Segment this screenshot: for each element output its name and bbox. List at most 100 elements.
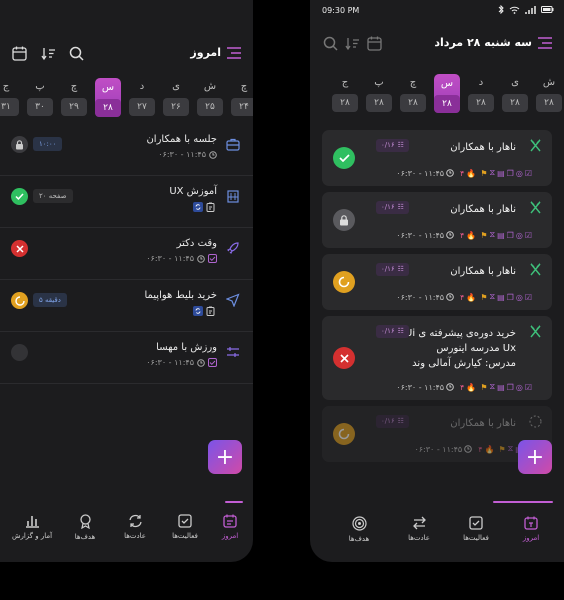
status-time: 09:30 PM <box>322 6 360 15</box>
check-icon[interactable] <box>333 147 355 169</box>
flag-icon: ⚑ <box>498 444 506 454</box>
close-icon[interactable] <box>333 347 355 369</box>
tab-activities[interactable]: فعالیت‌ها <box>167 514 203 540</box>
tab-today[interactable]: امروز <box>215 514 245 540</box>
search-icon[interactable] <box>322 35 338 51</box>
task-title: خرید بلیط هواپیما <box>144 290 217 301</box>
close-icon[interactable] <box>11 240 28 257</box>
task-meta: ۰۶:۳۰ - ۱۱:۴۵ ۴ 🔥 ⚑ ⧖ ▤ ❐ <box>414 444 532 454</box>
partial-progress-icon[interactable] <box>333 423 355 445</box>
right-screen: 09:30 PM سه شنبه ۲۸ مرداد ش ۲۸ ی ۲۸ د ۲۸ س۲… <box>310 0 564 562</box>
check-square-icon: ☑ <box>524 382 532 392</box>
day-item[interactable]: پ ۳۰ <box>27 78 53 117</box>
page-title: سه شنبه ۲۸ مرداد <box>434 36 532 49</box>
tab-reports[interactable]: آمار و گزارش <box>7 514 57 540</box>
task-meta: ۰۶:۳۰ - ۱۱:۴۵ ۴ 🔥 ⚑ ⧖ ▤ ❐ ◎ ☑ <box>396 168 532 178</box>
empty-status-icon[interactable] <box>11 344 28 361</box>
day-item[interactable]: ی ۲۸ <box>502 74 528 113</box>
tab-habits[interactable]: عادت‌ها <box>120 514 150 540</box>
task-meta <box>193 202 215 212</box>
clock-icon <box>197 254 205 263</box>
tab-goals[interactable]: هدف‌ها <box>70 514 100 541</box>
day-item[interactable]: د ۲۷ <box>129 78 155 117</box>
partial-progress-icon[interactable] <box>11 292 28 309</box>
task-badge: ۱۰:۰۰ <box>33 137 63 151</box>
checkbox-icon <box>208 254 217 263</box>
clock-icon <box>446 293 454 301</box>
briefcase-icon <box>225 136 241 152</box>
subtask-badge: ۰/۱۶ ☷ <box>376 139 409 152</box>
task-row[interactable]: ورزش با مهسا ۰۶:۳۰ - ۱۱:۴۵ <box>0 332 253 384</box>
left-screen: امروز چ ۲۴ ش ۲۵ ی ۲۶ د ۲۷ س ۲۸ چ ۲۹ پ ۳۰ ج ۳۱ جل… <box>0 0 253 562</box>
hourglass-icon: ⧖ <box>489 168 496 177</box>
day-item[interactable]: د ۲۸ <box>468 74 494 113</box>
sort-icon[interactable] <box>40 45 56 61</box>
day-item[interactable]: ج ۲۸ <box>332 74 358 113</box>
day-item[interactable]: پ ۲۸ <box>366 74 392 113</box>
day-item[interactable]: چ ۲۹ <box>61 78 87 117</box>
task-meta: ۰۶:۳۰ - ۱۱:۴۵ <box>158 150 217 159</box>
check-square-icon <box>469 516 483 530</box>
fire-icon: 🔥 <box>466 230 477 240</box>
flag-icon: ⚑ <box>480 382 488 392</box>
day-item[interactable]: ش ۲۵ <box>197 78 223 117</box>
plane-icon <box>225 292 241 308</box>
flag-icon: ⚑ <box>480 292 488 302</box>
clock-icon <box>197 358 205 367</box>
utensils-icon <box>528 138 542 152</box>
day-item[interactable]: ج ۳۱ <box>0 78 19 117</box>
task-row[interactable]: خرید بلیط هواپیما ۵ دقیقه <box>0 280 253 332</box>
search-icon[interactable] <box>68 45 84 61</box>
check-square-icon <box>178 514 192 528</box>
checkbox-icon <box>208 358 217 367</box>
add-task-button[interactable]: + <box>208 440 242 474</box>
tab-activities[interactable]: فعالیت‌ها <box>458 516 494 542</box>
task-meta: ۰۶:۳۰ - ۱۱:۴۵ ۴ 🔥 ⚑ ⧖ ▤ ❐ ◎ ☑ <box>396 292 532 302</box>
day-item[interactable]: چ ۲۸ <box>400 74 426 113</box>
task-card[interactable]: ناهار با همکاران ۰/۱۶ ☷ ۰۶:۳۰ - ۱۱:۴۵ ۴ 🔥… <box>322 254 552 310</box>
tab-goals[interactable]: هدف‌ها <box>344 516 374 543</box>
task-card[interactable]: ناهار با همکاران ۰/۱۶ ☷ ۰۶:۳۰ - ۱۱:۴۵ ۴ 🔥… <box>322 192 552 248</box>
menu-icon[interactable] <box>227 46 241 60</box>
sort-icon[interactable] <box>344 35 360 51</box>
calendar-icon[interactable] <box>366 35 382 51</box>
menu-icon[interactable] <box>538 36 552 50</box>
add-task-button[interactable]: + <box>518 440 552 474</box>
task-card[interactable]: خرید دوره‌ی پیشرفته ی Ui/ Ux مدرسه اینور… <box>322 316 552 400</box>
task-title: وقت دکتر <box>176 238 217 249</box>
subtask-badge: ۰/۱۶ ☷ <box>376 263 409 276</box>
clock-icon <box>446 231 454 239</box>
status-icons <box>498 5 554 14</box>
lock-icon[interactable] <box>333 209 355 231</box>
day-item[interactable]: ی ۲۶ <box>163 78 189 117</box>
task-title: جلسه با همکاران <box>146 134 217 145</box>
clock-icon <box>464 445 473 453</box>
medal-icon <box>79 514 91 529</box>
calendar-icon[interactable] <box>11 45 27 61</box>
fire-icon: 🔥 <box>466 382 477 392</box>
task-row[interactable]: آموزش UX ۲۰ صفحه <box>0 176 253 228</box>
check-icon[interactable] <box>11 188 28 205</box>
day-item[interactable]: چ ۲۴ <box>231 78 253 117</box>
day-item[interactable]: ش ۲۸ <box>536 74 562 113</box>
task-card[interactable]: ناهار با همکاران ۰/۱۶ ☷ ۰۶:۳۰ - ۱۱:۴۵ ۴ 🔥… <box>322 130 552 186</box>
target-icon: ◎ <box>515 382 523 392</box>
day-item-selected[interactable]: س ۲۸ <box>434 74 460 113</box>
clock-icon <box>446 383 454 391</box>
copy-icon: ❐ <box>506 168 514 178</box>
repeat-icon <box>193 202 203 212</box>
fire-icon: 🔥 <box>484 444 495 454</box>
partial-progress-icon[interactable] <box>333 271 355 293</box>
tab-today[interactable]: امروز <box>516 516 546 542</box>
swap-icon <box>412 516 426 530</box>
activity-icon <box>225 344 241 360</box>
task-row[interactable]: وقت دکتر ۰۶:۳۰ - ۱۱:۴۵ <box>0 228 253 280</box>
signal-icon <box>525 5 536 14</box>
hourglass-icon: ⧖ <box>489 292 496 301</box>
calendar-icon <box>223 514 237 528</box>
check-square-icon: ☑ <box>524 292 532 302</box>
lock-icon[interactable] <box>11 136 28 153</box>
task-row[interactable]: جلسه با همکاران ۰۶:۳۰ - ۱۱:۴۵ ۱۰:۰۰ <box>0 124 253 176</box>
tab-habits[interactable]: عادت‌ها <box>404 516 434 542</box>
day-item-selected[interactable]: س ۲۸ <box>95 78 121 117</box>
